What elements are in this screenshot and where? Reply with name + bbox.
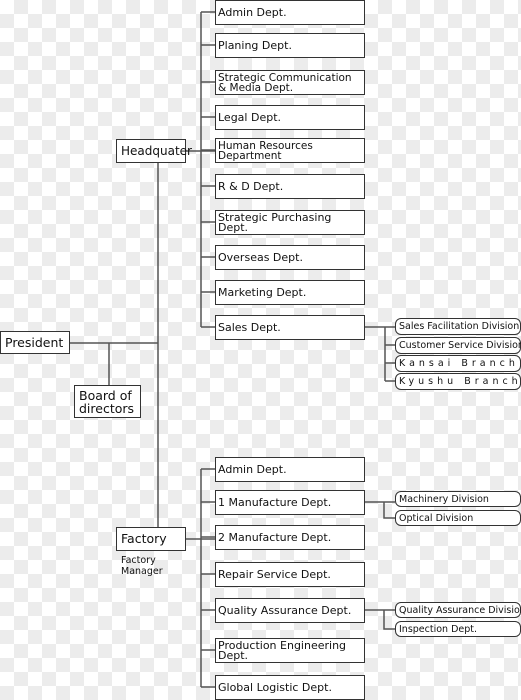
factory-box: Factory (116, 527, 186, 551)
hq-dept-box: Planing Dept. (215, 33, 365, 58)
factory-dept-box: Production Engineering Dept. (215, 638, 365, 663)
factory-dept-box: 1 Manufacture Dept. (215, 490, 365, 515)
factory-dept-box: Quality Assurance Dept. (215, 598, 365, 623)
hq-dept-box-label: Overseas Dept. (218, 250, 303, 264)
hq-dept-box-label: R & D Dept. (218, 179, 284, 193)
hq-dept-box: Admin Dept. (215, 0, 365, 25)
qa-sub-division: Quality Assurance Division (395, 602, 521, 618)
factory-dept-box-label: 1 Manufacture Dept. (218, 495, 332, 509)
hq-dept-box-label: Human Resources Department (218, 139, 313, 162)
factory-manager-note: Factory Manager (121, 555, 163, 577)
board-box: Board of directors (74, 385, 141, 418)
hq-dept-box: Strategic Communication & Media Dept. (215, 70, 365, 95)
factory-label: Factory (121, 531, 167, 546)
hq-dept-box: Strategic Purchasing Dept. (215, 210, 365, 235)
manufacture-sub-division-label: Optical Division (399, 512, 474, 524)
manufacture-sub-division: Machinery Division (395, 491, 521, 507)
factory-dept-box: 2 Manufacture Dept. (215, 525, 365, 550)
hq-dept-box: R & D Dept. (215, 174, 365, 199)
manufacture-sub-division-label: Machinery Division (399, 493, 489, 505)
hq-dept-box-label: Marketing Dept. (218, 285, 307, 299)
manufacture-sub-division: Optical Division (395, 510, 521, 526)
hq-dept-box: Overseas Dept. (215, 245, 365, 270)
hq-dept-box: Legal Dept. (215, 105, 365, 130)
factory-dept-box-label: 2 Manufacture Dept. (218, 530, 332, 544)
factory-dept-box-label: Production Engineering Dept. (218, 638, 347, 662)
sales-sub-division-label: Sales Facilitation Division (399, 321, 520, 332)
hq-dept-box: Human Resources Department (215, 138, 365, 163)
hq-dept-box-label: Strategic Purchasing Dept. (218, 210, 332, 234)
sales-sub-division-label: Kansai Branch (399, 358, 519, 369)
sales-sub-division: Customer Service Division (395, 337, 521, 354)
sales-sub-division-label: Kyushu Branch (399, 376, 521, 387)
factory-dept-box: Global Logistic Dept. (215, 675, 365, 700)
sales-sub-division-label: Customer Service Division (399, 340, 521, 351)
factory-dept-box: Repair Service Dept. (215, 562, 365, 587)
factory-dept-box-label: Quality Assurance Dept. (218, 603, 352, 617)
hq-dept-box-label: Strategic Communication & Media Dept. (218, 71, 352, 94)
factory-dept-box-label: Repair Service Dept. (218, 567, 331, 581)
qa-sub-division: Inspection Dept. (395, 621, 521, 637)
factory-dept-box-label: Global Logistic Dept. (218, 680, 332, 694)
qa-sub-division-label: Inspection Dept. (399, 623, 478, 635)
headquater-label: Headquater (121, 144, 192, 158)
president-box: President (0, 331, 70, 354)
hq-dept-box-label: Planing Dept. (218, 38, 292, 52)
sales-sub-division: Kyushu Branch (395, 373, 521, 390)
qa-sub-division-label: Quality Assurance Division (399, 604, 521, 616)
board-label: Board of directors (79, 387, 135, 416)
hq-dept-box: Sales Dept. (215, 315, 365, 340)
sales-sub-division: Sales Facilitation Division (395, 318, 521, 335)
factory-dept-box: Admin Dept. (215, 457, 365, 482)
hq-dept-box-label: Sales Dept. (218, 320, 281, 334)
hq-dept-box: Marketing Dept. (215, 280, 365, 305)
hq-dept-box-label: Admin Dept. (218, 5, 287, 19)
hq-dept-box-label: Legal Dept. (218, 110, 282, 124)
sales-sub-division: Kansai Branch (395, 355, 521, 372)
headquater-box: Headquater (116, 139, 192, 163)
president-label: President (5, 334, 64, 350)
factory-dept-box-label: Admin Dept. (218, 462, 287, 476)
